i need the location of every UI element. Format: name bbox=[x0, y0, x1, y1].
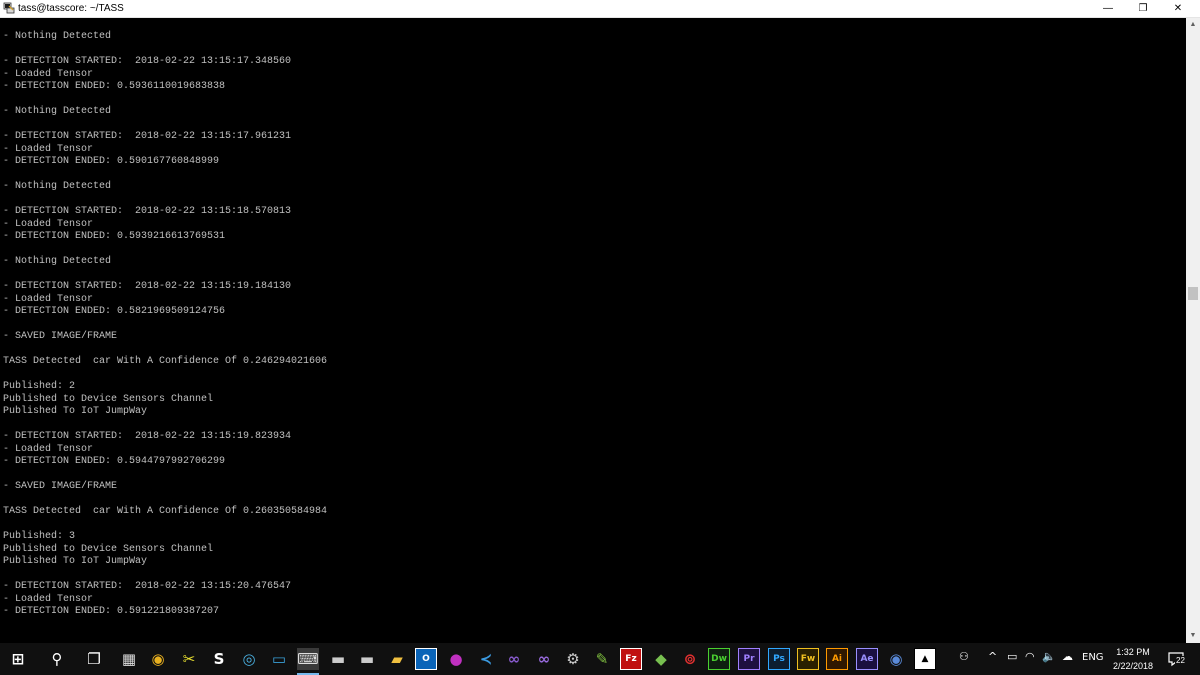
skype-icon[interactable]: S bbox=[208, 648, 230, 670]
terminal-line: - DETECTION STARTED: 2018-02-22 13:15:18… bbox=[3, 206, 292, 217]
calculator-icon[interactable]: ▦ bbox=[118, 648, 140, 670]
creative-cloud-icon[interactable]: ⊚ bbox=[679, 648, 701, 670]
terminal-line: - DETECTION ENDED: 0.591221809387207 bbox=[3, 606, 220, 617]
taskbar: ⚇ ^ ▭ ◠ 🔈 ☁ ENG 1:32 PM 2/22/2018 22 ⊞ ⚲ ❐… bbox=[0, 643, 1200, 675]
terminal-line: Published To IoT JumpWay bbox=[3, 406, 148, 417]
outlook-icon[interactable]: O bbox=[415, 648, 437, 670]
remote-desktop-icon[interactable]: ▭ bbox=[268, 648, 290, 670]
start-icon[interactable]: ⊞ bbox=[7, 648, 29, 670]
maximize-button[interactable]: ❐ bbox=[1124, 0, 1162, 17]
language-indicator[interactable]: ENG bbox=[1082, 652, 1104, 663]
file-explorer-icon[interactable]: ▰ bbox=[386, 648, 408, 670]
terminal-line: - DETECTION ENDED: 0.5821969509124756 bbox=[3, 306, 226, 317]
clock-time: 1:32 PM bbox=[1116, 647, 1150, 657]
close-button[interactable]: ✕ bbox=[1159, 0, 1197, 17]
photoshop-icon[interactable]: Ps bbox=[768, 648, 790, 670]
terminal-line: - DETECTION ENDED: 0.5944797992706299 bbox=[3, 456, 226, 467]
app-ring-icon[interactable]: ◎ bbox=[238, 648, 260, 670]
terminal-line: - Loaded Tensor bbox=[3, 293, 94, 305]
vertical-scrollbar[interactable]: ▲ ▼ bbox=[1186, 18, 1200, 643]
chevron-up-icon[interactable]: ^ bbox=[988, 650, 997, 663]
notification-count-badge: 22 bbox=[1175, 656, 1186, 665]
people-icon[interactable]: ⚇ bbox=[959, 650, 969, 663]
window-icon[interactable]: ▬ bbox=[327, 648, 349, 670]
terminal-line: Published: 3 bbox=[3, 531, 76, 542]
terminal-line: - Nothing Detected bbox=[3, 181, 112, 192]
steam-icon[interactable]: ⚙ bbox=[562, 648, 584, 670]
github-icon[interactable]: ● bbox=[445, 648, 467, 670]
terminal-line: - DETECTION ENDED: 0.5939216613769531 bbox=[3, 231, 226, 242]
terminal-line: - Nothing Detected bbox=[3, 31, 112, 42]
terminal-line: TASS Detected car With A Confidence Of 0… bbox=[3, 356, 328, 367]
window-title: tass@tasscore: ~/TASS bbox=[18, 3, 124, 14]
terminal-output[interactable]: - Nothing Detected - DETECTION STARTED: 2… bbox=[0, 18, 1186, 643]
terminal-line: - Nothing Detected bbox=[3, 106, 112, 117]
putty-icon bbox=[3, 2, 15, 14]
fireworks-icon[interactable]: Fw bbox=[797, 648, 819, 670]
illustrator-icon[interactable]: Ai bbox=[826, 648, 848, 670]
window-title-bar[interactable]: tass@tasscore: ~/TASS — ❐ ✕ bbox=[0, 0, 1200, 18]
notepad-plus-icon[interactable]: ✎ bbox=[591, 648, 613, 670]
search-icon[interactable]: ⚲ bbox=[46, 648, 68, 670]
terminal-line: - DETECTION STARTED: 2018-02-22 13:15:19… bbox=[3, 281, 292, 292]
terminal-line: - Loaded Tensor bbox=[3, 218, 94, 230]
terminal-line: - Loaded Tensor bbox=[3, 593, 94, 605]
terminal-line: - Loaded Tensor bbox=[3, 68, 94, 80]
vscode-icon[interactable]: ≺ bbox=[475, 648, 497, 670]
terminal-line: - DETECTION ENDED: 0.590167760848999 bbox=[3, 156, 220, 167]
terminal-line: - DETECTION ENDED: 0.5936110019683838 bbox=[3, 81, 226, 92]
dreamweaver-icon[interactable]: Dw bbox=[708, 648, 730, 670]
putty-icon[interactable]: ⌨ bbox=[297, 648, 319, 675]
filezilla-icon[interactable]: Fz bbox=[620, 648, 642, 670]
visual-studio-2-icon[interactable]: ∞ bbox=[533, 648, 555, 670]
terminal-line: - DETECTION STARTED: 2018-02-22 13:15:19… bbox=[3, 431, 292, 442]
photos-icon[interactable]: ▲ bbox=[914, 648, 936, 670]
taskbar-clock[interactable]: 1:32 PM 2/22/2018 bbox=[1106, 645, 1160, 673]
terminal-icon[interactable]: ▬ bbox=[356, 648, 378, 670]
clock-date: 2/22/2018 bbox=[1112, 661, 1154, 671]
terminal-line: - SAVED IMAGE/FRAME bbox=[3, 331, 118, 342]
snipping-tool-icon[interactable]: ✂ bbox=[178, 648, 200, 670]
terminal-line: - DETECTION STARTED: 2018-02-22 13:15:20… bbox=[3, 581, 292, 592]
terminal-line: - SAVED IMAGE/FRAME bbox=[3, 481, 118, 492]
scrollbar-thumb[interactable] bbox=[1188, 287, 1198, 300]
premiere-icon[interactable]: Pr bbox=[738, 648, 760, 670]
battery-icon[interactable]: ▭ bbox=[1007, 650, 1017, 663]
wifi-icon[interactable]: ◠ bbox=[1025, 650, 1035, 663]
terminal-line: Published to Device Sensors Channel bbox=[3, 393, 214, 405]
scroll-down-arrow-icon[interactable]: ▼ bbox=[1186, 629, 1200, 643]
terminal-line: Published To IoT JumpWay bbox=[3, 556, 148, 567]
task-view-icon[interactable]: ❐ bbox=[83, 648, 105, 670]
terminal-line: - Loaded Tensor bbox=[3, 443, 94, 455]
visual-studio-icon[interactable]: ∞ bbox=[503, 648, 525, 670]
terminal-line: - Loaded Tensor bbox=[3, 143, 94, 155]
chrome-icon[interactable]: ◉ bbox=[147, 648, 169, 670]
terminal-line: Published to Device Sensors Channel bbox=[3, 543, 214, 555]
terminal-line: TASS Detected car With A Confidence Of 0… bbox=[3, 506, 328, 517]
terminal-line: Published: 2 bbox=[3, 381, 76, 392]
volume-icon[interactable]: 🔈 bbox=[1042, 650, 1056, 663]
terminal-line: - DETECTION STARTED: 2018-02-22 13:15:17… bbox=[3, 56, 292, 67]
scroll-up-arrow-icon[interactable]: ▲ bbox=[1186, 18, 1200, 32]
android-studio-icon[interactable]: ◆ bbox=[650, 648, 672, 670]
after-effects-icon[interactable]: Ae bbox=[856, 648, 878, 670]
terminal-line: - DETECTION STARTED: 2018-02-22 13:15:17… bbox=[3, 131, 292, 142]
terminal-line: - Nothing Detected bbox=[3, 256, 112, 267]
cloud-icon[interactable]: ☁ bbox=[1062, 650, 1073, 663]
globe-app-icon[interactable]: ◉ bbox=[885, 648, 907, 670]
minimize-button[interactable]: — bbox=[1089, 0, 1127, 17]
